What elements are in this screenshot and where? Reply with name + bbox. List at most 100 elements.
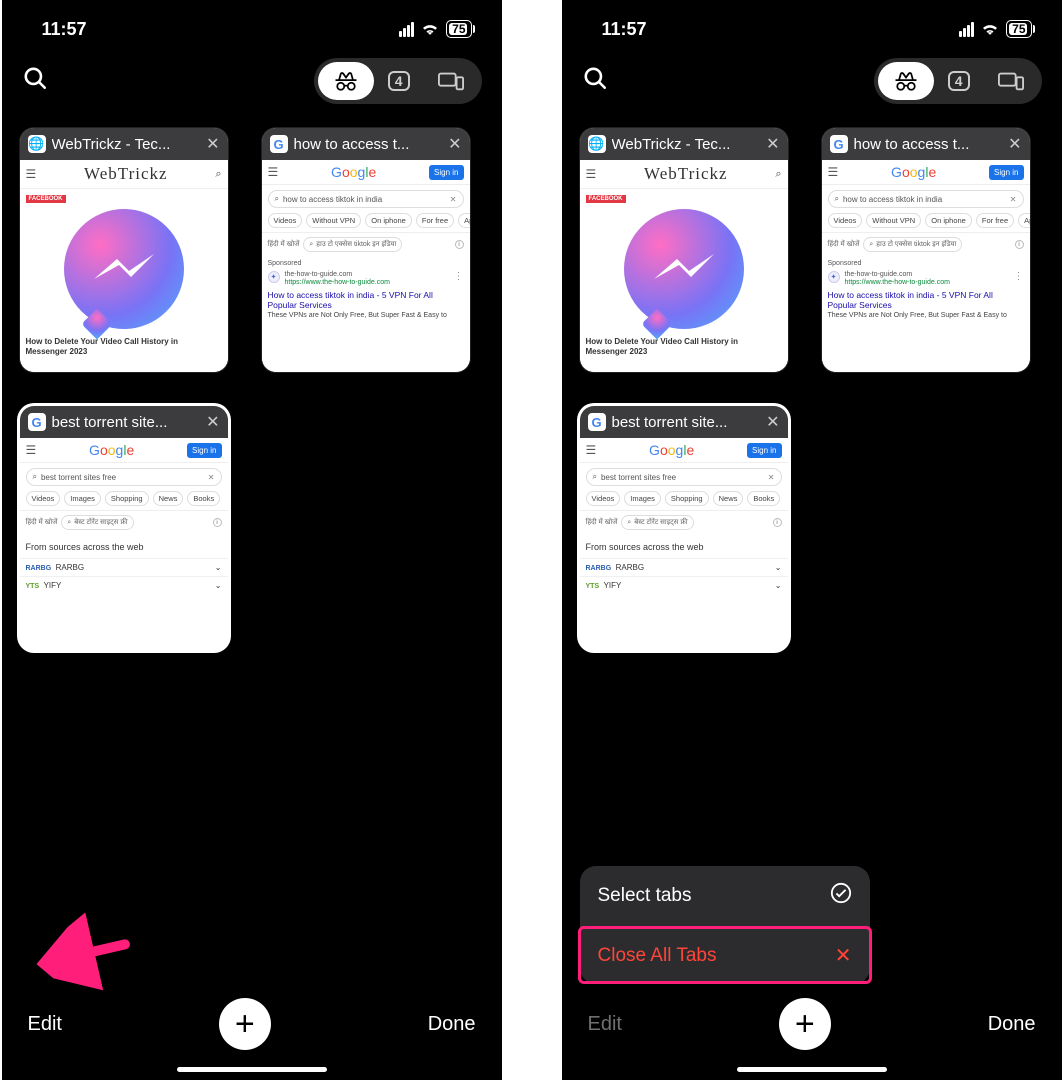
regular-tabs-button[interactable]: 4 — [934, 62, 984, 100]
checkmark-circle-icon — [830, 882, 852, 910]
tab-card[interactable]: 🌐 WebTrickz - Tec... ✕ ☰ WebTrickz ⌕ FAC… — [580, 128, 788, 372]
home-indicator[interactable] — [737, 1067, 887, 1072]
source-row: RARBG RARBG ⌄ — [20, 558, 228, 576]
hindi-search-row: हिंदी में खोजें ⌕ हाउ टो एक्सेस tiktok इ… — [262, 232, 470, 256]
edit-button[interactable]: Edit — [28, 1013, 62, 1036]
menu-item-label: Select tabs — [598, 885, 692, 907]
tab-grid: 🌐 WebTrickz - Tec... ✕ ☰ WebTrickz ⌕ FAC… — [2, 116, 502, 662]
close-tab-button[interactable]: ✕ — [1008, 134, 1021, 154]
browser-toolbar: 4 — [2, 48, 502, 116]
home-indicator[interactable] — [177, 1067, 327, 1072]
filter-chips: Videos Images Shopping News Books — [20, 491, 228, 506]
result-title: How to access tiktok in india - 5 VPN Fo… — [822, 288, 1030, 312]
tab-header: G best torrent site... ✕ — [20, 406, 228, 438]
tab-title: how to access t... — [294, 136, 443, 153]
filter-chips: Videos Images Shopping News Books — [580, 491, 788, 506]
select-tabs-menu-item[interactable]: Select tabs — [580, 866, 870, 926]
tab-count-badge: 4 — [388, 71, 410, 91]
new-tab-button[interactable]: + — [219, 998, 271, 1050]
tab-header: G how to access t... ✕ — [262, 128, 470, 160]
close-icon: ✕ — [835, 943, 852, 968]
hamburger-icon: ☰ — [828, 165, 839, 179]
tab-preview: ☰ Google Sign in ⌕ best torrent sites fr… — [580, 438, 788, 650]
tab-header: 🌐 WebTrickz - Tec... ✕ — [20, 128, 228, 160]
incognito-tabs-button[interactable] — [878, 62, 934, 100]
search-field: ⌕ how to access tiktok in india✕ — [268, 190, 464, 208]
close-tab-button[interactable]: ✕ — [206, 412, 219, 432]
wifi-icon — [980, 22, 1000, 36]
tab-title: best torrent site... — [52, 414, 201, 431]
site-logo: WebTrickz — [644, 164, 728, 184]
tab-preview: ☰ WebTrickz ⌕ FACEBOOK How to Delete You… — [580, 160, 788, 372]
new-tab-button[interactable]: + — [779, 998, 831, 1050]
cellular-icon — [399, 22, 414, 37]
battery-icon: 75 — [1006, 20, 1031, 38]
hamburger-icon: ☰ — [586, 443, 597, 457]
hindi-search-row: हिंदी में खोजें ⌕ बेस्ट टोरेंट साइट्स फ्… — [20, 510, 228, 534]
search-icon: ⌕ — [215, 168, 221, 181]
close-tab-button[interactable]: ✕ — [766, 134, 779, 154]
tab-group-switcher: 4 — [314, 58, 482, 104]
clock: 11:57 — [602, 19, 647, 40]
tab-header: G how to access t... ✕ — [822, 128, 1030, 160]
result-title: How to access tiktok in india - 5 VPN Fo… — [262, 288, 470, 312]
battery-icon: 75 — [446, 20, 471, 38]
other-devices-button[interactable] — [424, 62, 478, 100]
tab-count-badge: 4 — [948, 71, 970, 91]
site-logo: WebTrickz — [84, 164, 168, 184]
tab-card[interactable]: G best torrent site... ✕ ☰ Google Sign i… — [580, 406, 788, 650]
tab-card[interactable]: G how to access t... ✕ ☰ Google Sign in … — [262, 128, 470, 372]
close-tab-button[interactable]: ✕ — [206, 134, 219, 154]
done-button[interactable]: Done — [988, 1013, 1036, 1036]
ad-result: ✦ the-how-to-guide.comhttps://www.the-ho… — [822, 271, 1030, 288]
google-logo: Google — [331, 164, 376, 180]
hindi-search-row: हिंदी में खोजें ⌕ बेस्ट टोरेंट साइट्स फ्… — [580, 510, 788, 534]
hamburger-icon: ☰ — [26, 443, 37, 457]
tab-group-switcher: 4 — [874, 58, 1042, 104]
tab-card[interactable]: G how to access t... ✕ ☰ Google Sign in … — [822, 128, 1030, 372]
tab-card[interactable]: G best torrent site... ✕ ☰ Google Sign i… — [20, 406, 228, 650]
source-row: YTS YIFY ⌄ — [580, 576, 788, 594]
tab-title: WebTrickz - Tec... — [52, 136, 201, 153]
search-icon[interactable] — [582, 65, 608, 98]
status-icons: 75 — [959, 20, 1031, 38]
signin-button: Sign in — [187, 443, 221, 458]
other-devices-button[interactable] — [984, 62, 1038, 100]
signin-button: Sign in — [429, 165, 463, 180]
done-button[interactable]: Done — [428, 1013, 476, 1036]
source-row: RARBG RARBG ⌄ — [580, 558, 788, 576]
status-bar: 11:57 75 — [562, 0, 1062, 48]
favicon-google-icon: G — [830, 135, 848, 153]
search-icon[interactable] — [22, 65, 48, 98]
signin-button: Sign in — [989, 165, 1023, 180]
tab-header: 🌐 WebTrickz - Tec... ✕ — [580, 128, 788, 160]
article-headline: How to Delete Your Video Call History in… — [580, 333, 788, 360]
browser-toolbar: 4 — [562, 48, 1062, 116]
tab-card[interactable]: 🌐 WebTrickz - Tec... ✕ ☰ WebTrickz ⌕ FAC… — [20, 128, 228, 372]
signin-button: Sign in — [747, 443, 781, 458]
incognito-tabs-button[interactable] — [318, 62, 374, 100]
edit-button: Edit — [588, 1013, 622, 1036]
devices-icon — [438, 71, 464, 91]
tab-preview: ☰ WebTrickz ⌕ FACEBOOK How to Delete You… — [20, 160, 228, 372]
status-bar: 11:57 75 — [2, 0, 502, 48]
close-tab-button[interactable]: ✕ — [448, 134, 461, 154]
google-logo: Google — [891, 164, 936, 180]
source-row: YTS YIFY ⌄ — [20, 576, 228, 594]
cellular-icon — [959, 22, 974, 37]
menu-item-label: Close All Tabs — [598, 945, 717, 967]
hamburger-icon: ☰ — [268, 165, 279, 179]
close-all-tabs-menu-item[interactable]: Close All Tabs ✕ — [580, 926, 870, 984]
hindi-search-row: हिंदी में खोजें ⌕ हाउ टो एक्सेस tiktok इ… — [822, 232, 1030, 256]
regular-tabs-button[interactable]: 4 — [374, 62, 424, 100]
search-field: ⌕ best torrent sites free✕ — [586, 468, 782, 486]
sources-header: From sources across the web — [580, 534, 788, 558]
tab-grid: 🌐 WebTrickz - Tec... ✕ ☰ WebTrickz ⌕ FAC… — [562, 116, 1062, 662]
result-desc: These VPNs are Not Only Free, But Super … — [822, 312, 1030, 323]
favicon-google-icon: G — [270, 135, 288, 153]
hamburger-icon: ☰ — [26, 167, 37, 181]
article-headline: How to Delete Your Video Call History in… — [20, 333, 228, 360]
phone-screenshot-right: 11:57 75 4 🌐 WebTri — [562, 0, 1062, 1080]
messenger-logo-icon — [624, 209, 744, 329]
close-tab-button[interactable]: ✕ — [766, 412, 779, 432]
